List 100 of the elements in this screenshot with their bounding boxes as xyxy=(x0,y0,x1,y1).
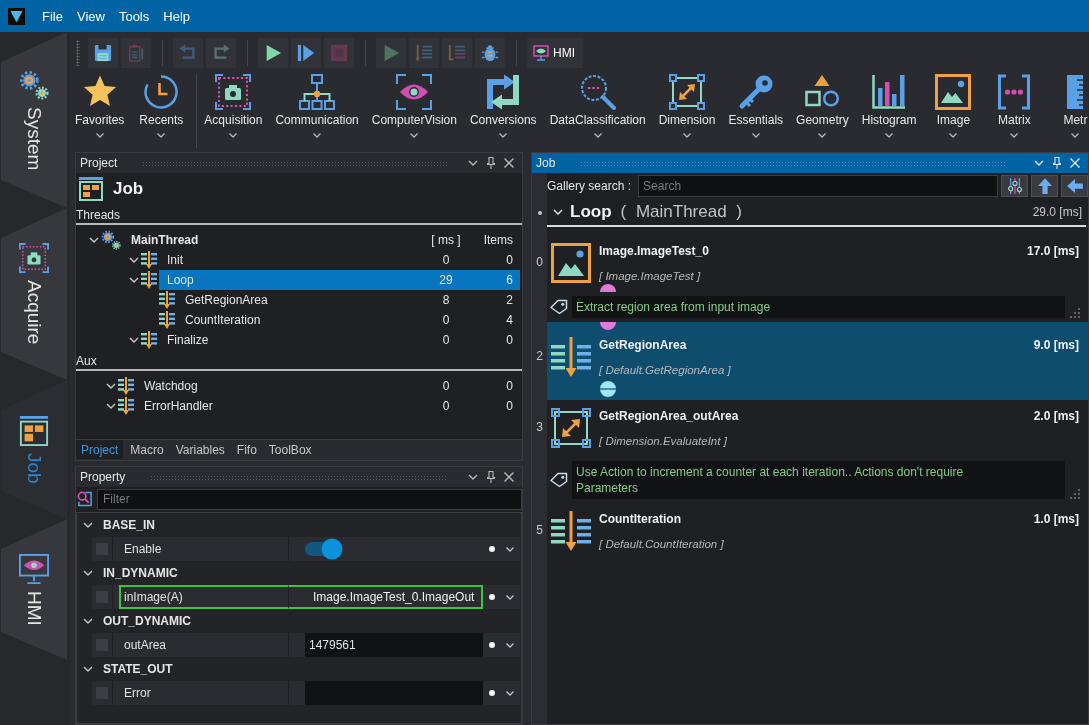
left-arrow-icon xyxy=(1066,179,1083,193)
category-button[interactable]: Histogram xyxy=(859,74,919,138)
category-button[interactable]: Recents xyxy=(135,74,188,138)
caret-down-icon xyxy=(410,133,419,138)
tree-item[interactable]: CountIteration 0 4 xyxy=(177,310,520,330)
category-button[interactable]: Metr xyxy=(1049,74,1089,138)
chevron-down-icon[interactable] xyxy=(129,337,139,343)
category-button[interactable]: Image xyxy=(927,74,980,138)
menu-item[interactable]: Help xyxy=(156,4,197,28)
menu-item[interactable]: File xyxy=(35,4,70,28)
group-header[interactable]: BASE_IN xyxy=(77,513,521,537)
chevron-down-icon[interactable] xyxy=(106,383,116,389)
duration-value: 0 xyxy=(441,313,451,327)
network-icon xyxy=(299,74,336,110)
duration-value: 29 xyxy=(438,273,454,287)
close-icon[interactable] xyxy=(504,158,514,168)
job-step[interactable]: 5 CountIteration 1.0 [ms] [ Default.CountIteration ] xyxy=(532,503,1088,560)
job-step[interactable]: 0 Image.ImageTest_0 17.0 [ms] [ Image.ImageTest ] xyxy=(532,235,1088,292)
panel-tab[interactable]: Variables xyxy=(170,440,230,459)
task-list-icon xyxy=(118,397,134,415)
caret-down-icon[interactable] xyxy=(506,594,514,600)
category-button[interactable]: Acquisition xyxy=(202,74,265,138)
comment-field[interactable]: Extract region area from input image xyxy=(572,296,1065,318)
category-button[interactable]: Conversions xyxy=(467,74,539,138)
tree-item[interactable]: Finalize 0 0 xyxy=(159,330,520,350)
close-icon[interactable] xyxy=(504,472,514,482)
pin-icon[interactable] xyxy=(487,471,495,483)
group-header[interactable]: OUT_DYNAMIC xyxy=(77,609,521,633)
menu-item[interactable]: View xyxy=(69,4,112,28)
chevron-down-icon[interactable] xyxy=(129,277,139,283)
panel-tab[interactable]: ToolBox xyxy=(263,440,317,459)
step-button[interactable] xyxy=(291,38,321,68)
item-count: 0 xyxy=(505,333,514,347)
search-field[interactable]: Search xyxy=(638,175,998,197)
caret-down-icon[interactable] xyxy=(506,642,514,648)
side-tab[interactable]: Acquire xyxy=(1,208,67,380)
layout-panel-icon xyxy=(19,415,49,446)
pin-icon[interactable] xyxy=(487,157,495,169)
save-button[interactable] xyxy=(88,38,118,68)
group-header[interactable]: STATE_OUT xyxy=(77,657,521,681)
menu-item[interactable]: Tools xyxy=(111,4,157,28)
panel-tab[interactable]: Project xyxy=(76,440,124,459)
filter-button[interactable] xyxy=(1001,175,1028,197)
debug-button[interactable] xyxy=(475,38,505,68)
step-index: 3 xyxy=(535,419,544,436)
side-tab[interactable]: HMI xyxy=(1,519,67,660)
tree-item[interactable]: GetRegionArea 8 2 xyxy=(177,290,520,310)
value-field[interactable]: 1479561 xyxy=(305,633,483,657)
side-tab[interactable]: Job xyxy=(1,380,67,519)
eye-frame-icon xyxy=(396,74,433,110)
caret-down-icon[interactable] xyxy=(506,690,514,696)
category-button[interactable]: Matrix xyxy=(988,74,1041,138)
filter-field[interactable]: Filter xyxy=(97,488,522,510)
comment-field[interactable]: Use Action to increment a counter at each iteration.. Actions don't require Parameters xyxy=(572,461,1065,499)
panel-tab[interactable]: Macro xyxy=(125,440,169,459)
chevron-down-icon[interactable] xyxy=(129,257,139,263)
tree-item[interactable]: Init 0 0 xyxy=(159,250,520,270)
chevron-down-icon[interactable] xyxy=(468,160,478,166)
category-button[interactable]: Dimension xyxy=(656,74,718,138)
item-count: 2 xyxy=(505,293,514,307)
play-button[interactable] xyxy=(258,38,288,68)
step-type: [ Default.CountIteration ] xyxy=(599,537,724,552)
step-index: 0 xyxy=(535,254,544,271)
dot-icon xyxy=(488,594,495,600)
tree-item[interactable]: ErrorHandler 0 0 xyxy=(136,396,520,416)
value-field[interactable] xyxy=(305,681,483,705)
chevron-down-icon[interactable] xyxy=(553,209,563,215)
panel-tab[interactable]: Fifo xyxy=(231,440,262,459)
toggle-switch[interactable] xyxy=(305,538,343,560)
task-list-icon xyxy=(141,251,157,269)
search-icon xyxy=(77,491,92,507)
category-button[interactable]: DataClassification xyxy=(547,74,648,138)
layout-panel-icon xyxy=(79,177,103,201)
back-button[interactable] xyxy=(1061,175,1088,197)
move-up-button[interactable] xyxy=(1031,175,1058,197)
job-step[interactable]: 3 GetRegionArea_outArea 2.0 [ms] [ Dimension.EvaluateInt ] xyxy=(532,400,1088,457)
resize-grip-icon[interactable] xyxy=(1070,308,1080,318)
resize-grip-icon[interactable] xyxy=(1070,489,1080,499)
matrix-brackets-icon xyxy=(996,74,1033,110)
category-button[interactable]: Geometry xyxy=(794,74,851,138)
category-button[interactable]: Favorites xyxy=(73,74,127,138)
drag-handle[interactable] xyxy=(76,40,80,66)
list-branch-icon xyxy=(448,44,466,62)
hmi-button[interactable]: HMI xyxy=(527,38,583,68)
category-button[interactable]: Communication xyxy=(273,74,361,138)
sliders-icon xyxy=(1007,178,1022,194)
chevron-down-icon[interactable] xyxy=(106,403,116,409)
category-button[interactable]: Essentials xyxy=(726,74,786,138)
caret-down-icon[interactable] xyxy=(506,546,514,552)
side-tab[interactable]: System xyxy=(1,32,67,208)
item-count: 6 xyxy=(505,273,514,287)
item-count: 4 xyxy=(505,313,514,327)
caret-down-icon xyxy=(818,133,827,138)
chevron-down-icon[interactable] xyxy=(89,237,99,243)
tree-item[interactable]: Loop 29 6 xyxy=(159,270,520,290)
tree-item[interactable]: MainThread [ ms ] Items xyxy=(123,230,520,250)
category-button[interactable]: ComputerVision xyxy=(369,74,459,138)
group-header[interactable]: IN_DYNAMIC xyxy=(77,561,521,585)
chevron-down-icon[interactable] xyxy=(468,474,478,480)
tree-item[interactable]: Watchdog 0 0 xyxy=(136,376,520,396)
